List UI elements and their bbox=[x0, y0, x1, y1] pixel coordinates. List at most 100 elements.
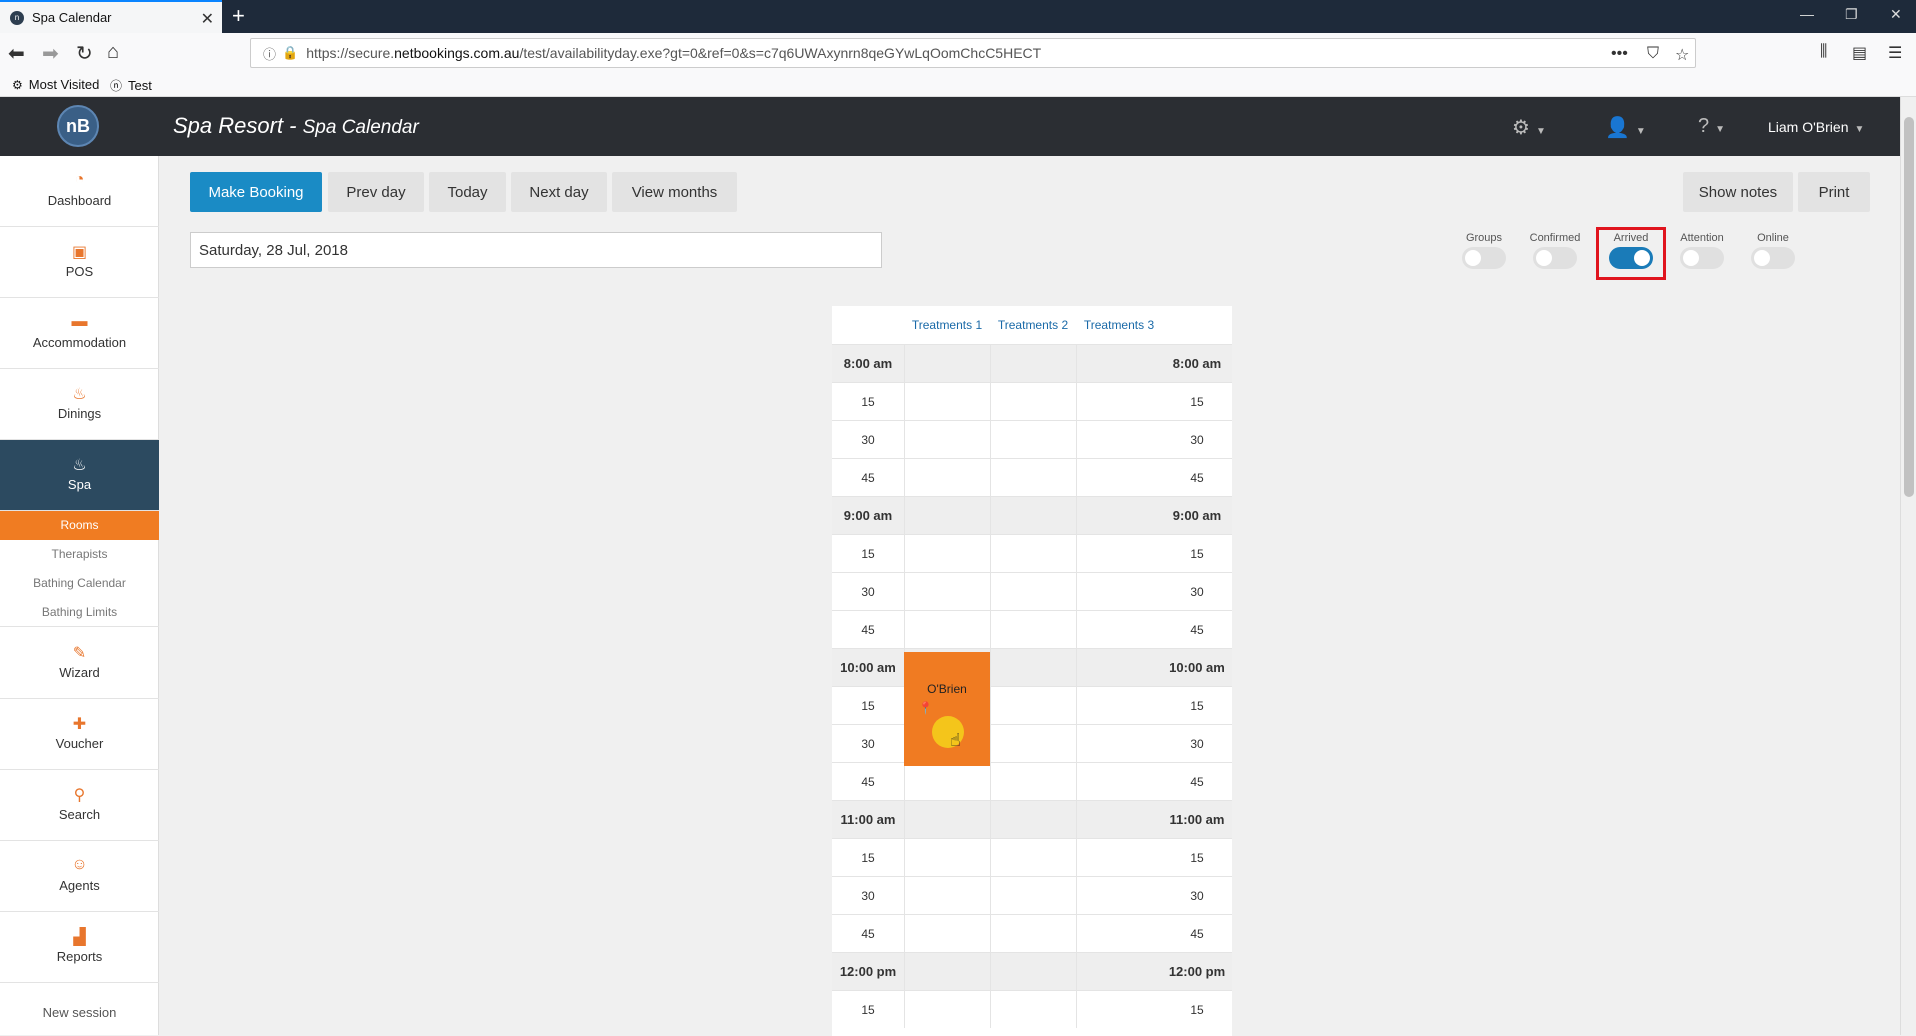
time-slot[interactable] bbox=[1076, 496, 1162, 534]
sidebar-subitem-bathing-calendar[interactable]: Bathing Calendar bbox=[0, 569, 159, 598]
time-slot[interactable] bbox=[904, 610, 990, 648]
time-slot[interactable] bbox=[1076, 572, 1162, 610]
site-info-icon[interactable]: ⓘ bbox=[263, 44, 276, 63]
view-months-button[interactable]: View months bbox=[612, 172, 737, 212]
time-slot[interactable] bbox=[904, 876, 990, 914]
time-slot[interactable] bbox=[904, 952, 990, 990]
bookmark-test[interactable]: ⓝ Test bbox=[110, 77, 152, 94]
minimize-icon[interactable]: — bbox=[1800, 6, 1814, 22]
bookmark-most-visited[interactable]: ⚙ Most Visited bbox=[12, 77, 99, 92]
time-slot[interactable] bbox=[990, 914, 1076, 952]
time-slot[interactable] bbox=[1076, 952, 1162, 990]
page-scrollbar[interactable] bbox=[1900, 97, 1916, 1035]
help-menu[interactable]: ? ▼ bbox=[1698, 115, 1725, 138]
time-slot[interactable] bbox=[990, 686, 1076, 724]
toggle-online[interactable]: Online bbox=[1743, 232, 1803, 269]
time-slot[interactable] bbox=[904, 800, 990, 838]
time-slot[interactable] bbox=[1076, 610, 1162, 648]
browser-tab[interactable]: n Spa Calendar ✕ bbox=[0, 0, 222, 33]
sidebar-subitem-rooms[interactable]: Rooms bbox=[0, 511, 159, 540]
time-slot[interactable] bbox=[904, 382, 990, 420]
sidebar-item-spa[interactable]: ♨ Spa bbox=[0, 440, 159, 511]
toggle-attention[interactable]: Attention bbox=[1672, 232, 1732, 269]
sidebar-item-pos[interactable]: ▣ POS bbox=[0, 227, 159, 298]
time-slot[interactable] bbox=[1076, 800, 1162, 838]
time-slot[interactable] bbox=[990, 344, 1076, 382]
menu-icon[interactable]: ☰ bbox=[1888, 43, 1902, 63]
show-notes-button[interactable]: Show notes bbox=[1683, 172, 1793, 212]
time-slot[interactable] bbox=[904, 762, 990, 800]
time-slot[interactable] bbox=[990, 838, 1076, 876]
time-slot[interactable] bbox=[990, 800, 1076, 838]
sidebar-item-dashboard[interactable]: ◔ Dashboard bbox=[0, 156, 159, 227]
time-slot[interactable] bbox=[1076, 458, 1162, 496]
column-header-treatments-1[interactable]: Treatments 1 bbox=[904, 318, 990, 332]
next-day-button[interactable]: Next day bbox=[511, 172, 607, 212]
restore-icon[interactable]: ❐ bbox=[1845, 6, 1858, 23]
close-tab-icon[interactable]: ✕ bbox=[201, 9, 214, 29]
toggle-switch[interactable] bbox=[1680, 247, 1724, 269]
column-header-treatments-3[interactable]: Treatments 3 bbox=[1076, 318, 1162, 332]
toggle-switch[interactable] bbox=[1462, 247, 1506, 269]
agent-menu[interactable]: 👤 ▼ bbox=[1605, 115, 1646, 140]
sidebar-item-voucher[interactable]: ✚ Voucher bbox=[0, 699, 159, 770]
time-slot[interactable] bbox=[904, 496, 990, 534]
time-slot[interactable] bbox=[990, 496, 1076, 534]
home-icon[interactable]: ⌂ bbox=[107, 41, 119, 64]
date-field[interactable]: Saturday, 28 Jul, 2018 bbox=[190, 232, 882, 268]
time-slot[interactable] bbox=[904, 914, 990, 952]
time-slot[interactable] bbox=[904, 534, 990, 572]
time-slot[interactable] bbox=[1076, 876, 1162, 914]
time-slot[interactable] bbox=[990, 648, 1076, 686]
time-slot[interactable] bbox=[990, 952, 1076, 990]
library-icon[interactable]: ⫼ bbox=[1820, 43, 1827, 61]
toggle-groups[interactable]: Groups bbox=[1454, 232, 1514, 269]
time-slot[interactable] bbox=[904, 838, 990, 876]
url-bar[interactable]: ⓘ 🔒 https://secure. netbookings.com.au/te… bbox=[250, 38, 1696, 68]
time-slot[interactable] bbox=[1076, 914, 1162, 952]
sidebar-subitem-bathing-limits[interactable]: Bathing Limits bbox=[0, 598, 159, 627]
time-slot[interactable] bbox=[990, 572, 1076, 610]
pocket-icon[interactable]: ⛉ bbox=[1647, 45, 1659, 63]
time-slot[interactable] bbox=[990, 458, 1076, 496]
time-slot[interactable] bbox=[990, 990, 1076, 1028]
time-slot[interactable] bbox=[1076, 648, 1162, 686]
sidebar-item-agents[interactable]: ☺ Agents bbox=[0, 841, 159, 912]
user-menu[interactable]: Liam O'Brien ▼ bbox=[1768, 119, 1864, 135]
back-icon[interactable]: ⬅ bbox=[8, 41, 25, 66]
page-actions-icon[interactable]: ••• bbox=[1611, 45, 1628, 63]
settings-menu[interactable]: ⚙ ▼ bbox=[1512, 115, 1546, 140]
sidebar-subitem-therapists[interactable]: Therapists bbox=[0, 540, 159, 569]
time-slot[interactable] bbox=[990, 382, 1076, 420]
sidebar-item-dinings[interactable]: ♨ Dinings bbox=[0, 369, 159, 440]
time-slot[interactable] bbox=[1076, 420, 1162, 458]
prev-day-button[interactable]: Prev day bbox=[328, 172, 424, 212]
make-booking-button[interactable]: Make Booking bbox=[190, 172, 322, 212]
time-slot[interactable] bbox=[990, 610, 1076, 648]
time-slot[interactable] bbox=[1076, 382, 1162, 420]
sidebar-item-search[interactable]: ⚲ Search bbox=[0, 770, 159, 841]
time-slot[interactable] bbox=[904, 420, 990, 458]
sidebar-item-reports[interactable]: ▟ Reports bbox=[0, 912, 159, 983]
print-button[interactable]: Print bbox=[1798, 172, 1870, 212]
sidebar-toggle-icon[interactable]: ▤ bbox=[1852, 43, 1867, 63]
scrollbar-thumb[interactable] bbox=[1904, 117, 1914, 497]
booking-block[interactable]: O'Brien 📍 ☝ bbox=[904, 652, 990, 766]
time-slot[interactable] bbox=[904, 344, 990, 382]
time-slot[interactable] bbox=[1076, 838, 1162, 876]
time-slot[interactable] bbox=[990, 420, 1076, 458]
time-slot[interactable] bbox=[904, 990, 990, 1028]
time-slot[interactable] bbox=[1076, 990, 1162, 1028]
time-slot[interactable] bbox=[990, 534, 1076, 572]
column-header-treatments-2[interactable]: Treatments 2 bbox=[990, 318, 1076, 332]
sidebar-item-accommodation[interactable]: ▬ Accommodation bbox=[0, 298, 159, 369]
time-slot[interactable] bbox=[1076, 344, 1162, 382]
sidebar-item-wizard[interactable]: ✎ Wizard bbox=[0, 628, 159, 699]
bookmark-star-icon[interactable]: ☆ bbox=[1675, 45, 1689, 65]
time-slot[interactable] bbox=[1076, 686, 1162, 724]
toggle-confirmed[interactable]: Confirmed bbox=[1525, 232, 1585, 269]
time-slot[interactable] bbox=[990, 762, 1076, 800]
logo[interactable]: nB bbox=[57, 105, 99, 147]
new-session-link[interactable]: New session bbox=[0, 998, 159, 1027]
time-slot[interactable] bbox=[990, 876, 1076, 914]
